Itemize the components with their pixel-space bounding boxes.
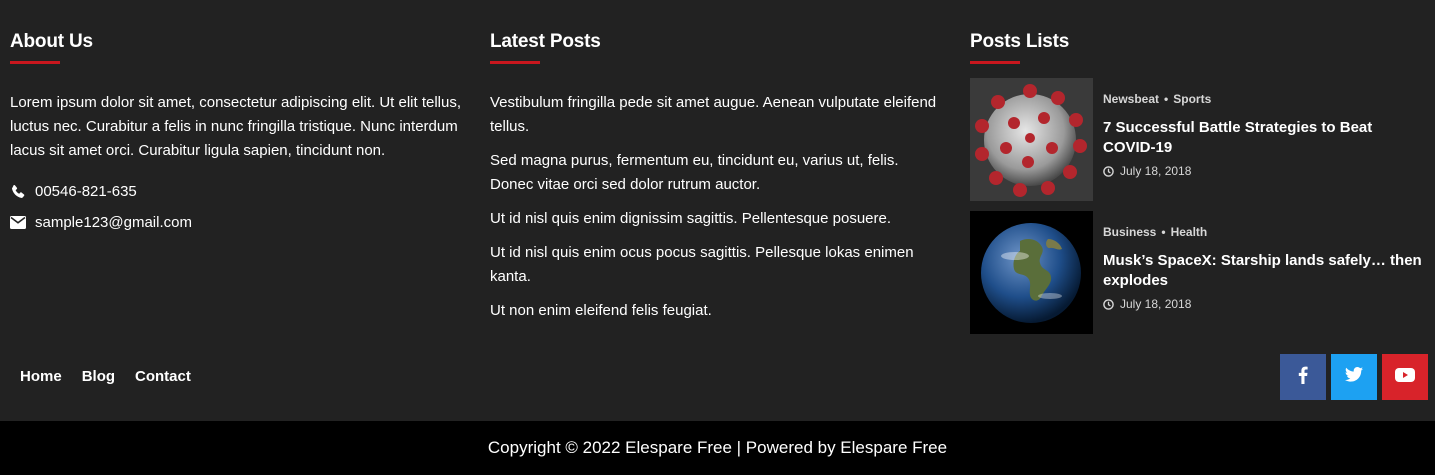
about-title: About Us <box>10 31 93 52</box>
post-card: Newsbeat • Sports 7 Successful Battle Stra… <box>970 78 1425 201</box>
post-title[interactable]: Musk’s SpaceX: Starship lands safely… th… <box>1103 251 1423 291</box>
copyright-bar: Copyright © 2022 Elespare Free | Powered… <box>0 421 1435 475</box>
copyright-text: Copyright © 2022 Elespare Free | Powered… <box>487 438 948 457</box>
posts-lists-title: Posts Lists <box>970 31 1070 52</box>
twitter-button[interactable] <box>1331 354 1377 400</box>
email-address[interactable]: sample123@gmail.com <box>35 214 192 231</box>
latest-post-item[interactable]: Ut id nisl quis enim dignissim sagittis.… <box>490 207 940 231</box>
latest-posts-list: Vestibulum fringilla pede sit amet augue… <box>490 91 940 323</box>
youtube-button[interactable] <box>1382 354 1428 400</box>
post-body: Newsbeat • Sports 7 Successful Battle Stra… <box>1103 92 1423 178</box>
footer-link-contact[interactable]: Contact <box>135 367 191 387</box>
facebook-icon <box>1298 366 1308 389</box>
clock-icon <box>1103 165 1114 177</box>
about-text: Lorem ipsum dolor sit amet, consectetur … <box>10 94 462 159</box>
footer-link-home[interactable]: Home <box>20 367 62 387</box>
post-date: July 18, 2018 <box>1103 297 1423 311</box>
category-link[interactable]: Sports <box>1173 92 1211 106</box>
footer-link-blog[interactable]: Blog <box>82 367 115 387</box>
contact-phone: 00546-821-635 <box>10 183 475 200</box>
earth-image[interactable] <box>970 211 1093 334</box>
post-card: Business • Health Musk’s SpaceX: Starship … <box>970 211 1425 334</box>
post-date-text: July 18, 2018 <box>1120 164 1192 178</box>
social-links <box>1275 354 1428 400</box>
latest-posts-title: Latest Posts <box>490 31 601 52</box>
latest-post-item[interactable]: Ut non enim eleifend felis feugiat. <box>490 299 940 323</box>
youtube-icon <box>1395 367 1415 387</box>
facebook-button[interactable] <box>1280 354 1326 400</box>
twitter-icon <box>1345 367 1363 387</box>
phone-number: 00546-821-635 <box>35 183 137 200</box>
envelope-icon <box>10 215 26 231</box>
about-title-underline <box>10 61 60 64</box>
post-title[interactable]: 7 Successful Battle Strategies to Beat C… <box>1103 118 1423 158</box>
latest-post-item[interactable]: Sed magna purus, fermentum eu, tincidunt… <box>490 149 940 197</box>
latest-posts-title-underline <box>490 61 540 64</box>
phone-icon <box>10 184 26 200</box>
footer-menu: Home Blog Contact <box>20 367 211 387</box>
contact-email: sample123@gmail.com <box>10 214 475 231</box>
posts-lists-widget: Posts Lists Newsbeat • Sports 7 Successf… <box>970 30 1425 334</box>
latest-post-item[interactable]: Ut id nisl quis enim ocus pocus sagittis… <box>490 241 940 289</box>
post-categories: Business • Health <box>1103 225 1423 239</box>
about-widget: About Us Lorem ipsum dolor sit amet, con… <box>10 30 475 231</box>
category-separator: • <box>1164 92 1169 106</box>
clock-icon <box>1103 298 1114 310</box>
coronavirus-image[interactable] <box>970 78 1093 201</box>
latest-posts-widget: Latest Posts Vestibulum fringilla pede s… <box>490 30 940 333</box>
posts-lists-title-underline <box>970 61 1020 64</box>
post-date-text: July 18, 2018 <box>1120 297 1192 311</box>
category-link[interactable]: Business <box>1103 225 1156 239</box>
category-link[interactable]: Newsbeat <box>1103 92 1159 106</box>
post-date: July 18, 2018 <box>1103 164 1423 178</box>
post-categories: Newsbeat • Sports <box>1103 92 1423 106</box>
category-link[interactable]: Health <box>1171 225 1208 239</box>
category-separator: • <box>1161 225 1166 239</box>
post-body: Business • Health Musk’s SpaceX: Starship … <box>1103 225 1423 311</box>
latest-post-item[interactable]: Vestibulum fringilla pede sit amet augue… <box>490 91 940 139</box>
